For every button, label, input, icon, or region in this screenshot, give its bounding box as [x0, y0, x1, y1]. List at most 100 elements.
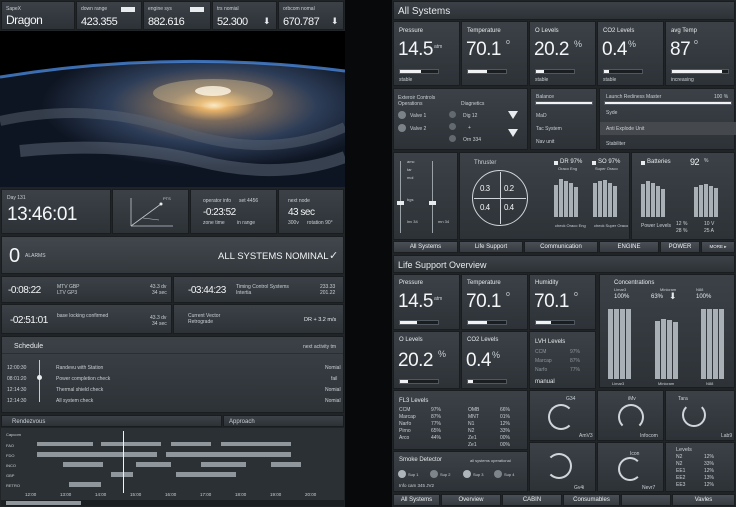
triangle-down-icon[interactable]	[508, 111, 518, 119]
gantt-bar	[101, 442, 161, 446]
dial-g34: G34 AmV3	[529, 390, 596, 441]
stat-down-range: down range 423.355	[76, 1, 142, 30]
life-support-header: Life Support Overview	[393, 255, 735, 273]
gantt-bar	[166, 452, 291, 457]
tab-communication[interactable]: Communication	[524, 241, 598, 253]
gauge-slider[interactable]	[429, 201, 436, 205]
gantt-bar	[171, 442, 211, 446]
stat-bar-icon	[121, 7, 135, 12]
dial-imv: iMv Infocom	[597, 390, 664, 441]
gantt-bar	[136, 462, 171, 467]
sup-1-toggle[interactable]	[398, 470, 406, 478]
bottom-tab-extra[interactable]	[621, 494, 671, 506]
fl3-levels: FL3 Levels CCM 97% Marcap 87% Narfo 77% Pir…	[393, 390, 528, 450]
gantt-scroll-thumb[interactable]	[6, 501, 81, 505]
diag-dot[interactable]	[449, 111, 456, 118]
clock-panel: Day 131 13:46:01	[1, 189, 111, 234]
concentration-bar	[661, 319, 666, 379]
concentration-bar	[620, 309, 625, 379]
battery-bar	[709, 186, 713, 217]
timing-panel: -03:44:23 Timing Control Systems Interti…	[173, 276, 344, 303]
systems-status: ALL SYSTEMS NOMINAL	[218, 251, 329, 262]
gauge-track	[400, 161, 401, 233]
gantt-scrollbar[interactable]	[1, 500, 344, 506]
gauge-track	[432, 161, 433, 233]
schedule-divider	[2, 353, 343, 354]
thruster-bar	[608, 183, 612, 217]
ls-o-levels-bar	[399, 379, 439, 384]
alarms-panel: 0 ALARMS ALL SYSTEMS NOMINAL ✓	[1, 236, 344, 274]
square-icon	[554, 161, 558, 165]
battery-bar	[651, 183, 655, 217]
sup-2-toggle[interactable]	[430, 470, 438, 478]
event-2: -02:51:01 base locking confirmed 43.3 dv…	[1, 304, 172, 334]
bottom-tab-overview[interactable]: Overview	[441, 494, 501, 506]
balance-panel: Balance MaD Tac System Nav unit	[530, 88, 597, 150]
diag-dot[interactable]	[449, 123, 456, 130]
stat-trs-nomial: trs nomial 52.300 ⬇	[212, 1, 277, 30]
dial-icon: Icon Nevr7	[597, 442, 664, 492]
concentration-bar	[713, 309, 718, 379]
battery-bar	[704, 184, 708, 217]
tab-engine[interactable]: ENGINE	[599, 241, 659, 253]
tab-power[interactable]: POWER	[660, 241, 700, 253]
co2-levels-metric: CO2 Levels 0.4 % stable	[597, 21, 664, 86]
ls-o-levels: O Levels 20.2 %	[393, 331, 460, 389]
gantt-axis: 12:00 13:00 14:00 15:00 16:00 17:00 18:0…	[25, 492, 317, 497]
all-systems-title: All Systems	[398, 6, 451, 17]
life-support-title: Life Support Overview	[398, 260, 487, 270]
gantt-bar	[201, 462, 246, 467]
concentration-bar	[673, 322, 678, 379]
schedule-item[interactable]: 12:14:30 All system check Nomial	[7, 396, 341, 407]
concentrations-panel: Concentrations Limar3 Minicram N88 100% …	[599, 274, 735, 388]
bottom-tab-vavles[interactable]: Vavles	[672, 494, 735, 506]
battery-bar	[646, 181, 650, 217]
sup-4-toggle[interactable]	[494, 470, 502, 478]
stat-engine-sys: engine sys 882.616	[143, 1, 211, 30]
batteries-panel: Batteries 92 % Power Levels 12 % 28 % 10…	[631, 152, 735, 240]
battery-bar	[641, 184, 645, 217]
stat-bar-icon	[190, 7, 204, 12]
launch-readiness: Launch Rediness Master 100 % Syde Anti E…	[599, 88, 736, 150]
dial-crosshair	[474, 198, 526, 199]
concentration-bar	[608, 309, 613, 379]
ls-humidity: Humidity 70.1 o	[529, 274, 596, 330]
schedule-item[interactable]: 12:00:30 Randevu with Station Nomial	[7, 363, 341, 374]
bottom-tab-cabin[interactable]: CABIN	[502, 494, 562, 506]
valve-2-toggle[interactable]	[398, 124, 406, 132]
triangle-down-icon[interactable]	[508, 129, 518, 137]
bottom-tab-consumables[interactable]: Consumables	[563, 494, 620, 506]
diag-dot[interactable]	[449, 135, 456, 142]
square-icon	[641, 161, 645, 165]
gauge-slider[interactable]	[397, 201, 404, 205]
schedule-item[interactable]: 12:14:30 Thermal shield check Nomial	[7, 385, 341, 396]
ls-humidity-bar	[535, 320, 575, 325]
thruster-bar	[559, 179, 563, 217]
exterior-controls: Exteroir Controls Operations Valve 1 Val…	[393, 88, 528, 150]
thruster-bar	[569, 183, 573, 217]
bottom-tab-all-systems[interactable]: All Systems	[393, 494, 440, 506]
tab-all-systems[interactable]: All Systems	[393, 241, 458, 253]
thruster-bar	[598, 181, 602, 217]
approach-tab[interactable]: Approach	[223, 415, 344, 427]
o-levels-metric: O Levels 20.2 % stable	[529, 21, 596, 86]
right-screen: All Systems Pressure 14.5 atm stable Tem…	[392, 0, 736, 507]
operator-panel: operator info set 4456 -0:23:52 zone tim…	[190, 189, 277, 234]
rendezvous-tab[interactable]: Rendezvous	[1, 415, 222, 427]
dial-gv4i: Gv4i	[529, 442, 596, 492]
sup-3-toggle[interactable]	[463, 470, 471, 478]
fl3-col1: CCM 97% Marcap 87% Narfo 77% Pirno 65% Arco 4…	[399, 407, 442, 441]
mission-clock: 13:46:01	[7, 204, 77, 225]
fl3-col2: OMB 66% MNT 01% N1 12% N2 33% Ze1 00% Ze1 00%	[468, 407, 511, 448]
valve-1-toggle[interactable]	[398, 111, 406, 119]
gantt-bar	[63, 462, 103, 467]
schedule-item[interactable]: 08:01:20 Power completion check fail	[7, 374, 341, 385]
pressure-bar	[399, 69, 439, 74]
craft-panel: SapeX Dragon	[1, 1, 75, 30]
tab-more[interactable]: MORE ▸	[701, 241, 735, 253]
smoke-detector: Smoke Detector all systems operational S…	[393, 451, 528, 492]
ls-temperature: Temperature 70.1 o	[461, 274, 528, 330]
tab-life-support[interactable]: Life Support	[459, 241, 523, 253]
gantt-chart: Capcom FAO FDO INCO GBP RETRO 12:00 13:0…	[1, 428, 344, 506]
thruster-bar	[574, 187, 578, 217]
